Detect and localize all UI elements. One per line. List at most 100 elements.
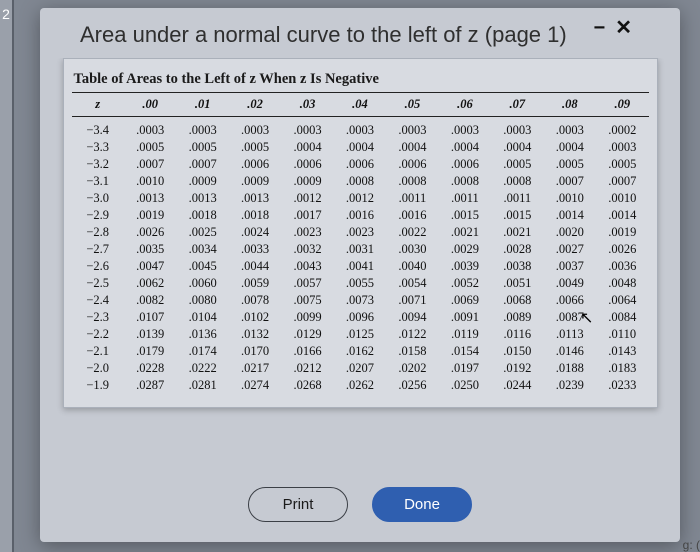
- z-value: −2.5: [72, 275, 124, 292]
- area-value: .0244: [491, 377, 543, 394]
- z-col-header: z: [72, 93, 124, 117]
- area-value: .0087: [544, 309, 596, 326]
- area-value: .0048: [596, 275, 648, 292]
- area-value: .0024: [229, 224, 281, 241]
- modal-header: Area under a normal curve to the left of…: [40, 8, 680, 58]
- area-value: .0006: [439, 156, 491, 173]
- area-value: .0010: [124, 173, 176, 190]
- close-icon[interactable]: ✕: [615, 18, 632, 38]
- table-row: −2.5.0062.0060.0059.0057.0055.0054.0052.…: [72, 275, 649, 292]
- z-value: −3.3: [72, 139, 124, 156]
- area-value: .0250: [439, 377, 491, 394]
- area-value: .0021: [439, 224, 491, 241]
- area-value: .0006: [386, 156, 438, 173]
- area-value: .0073: [334, 292, 386, 309]
- col-header: .08: [544, 93, 596, 117]
- z-table-header-row: z.00.01.02.03.04.05.06.07.08.09: [72, 93, 649, 117]
- area-value: .0015: [491, 207, 543, 224]
- area-value: .0051: [491, 275, 543, 292]
- area-value: .0287: [124, 377, 176, 394]
- area-value: .0183: [596, 360, 648, 377]
- area-value: .0005: [176, 139, 228, 156]
- area-value: .0064: [596, 292, 648, 309]
- area-value: .0158: [386, 343, 438, 360]
- area-value: .0028: [491, 241, 543, 258]
- area-value: .0029: [439, 241, 491, 258]
- area-value: .0179: [124, 343, 176, 360]
- z-value: −3.4: [72, 117, 124, 140]
- area-value: .0025: [176, 224, 228, 241]
- area-value: .0146: [544, 343, 596, 360]
- area-value: .0069: [439, 292, 491, 309]
- area-value: .0096: [334, 309, 386, 326]
- area-value: .0094: [386, 309, 438, 326]
- area-value: .0192: [491, 360, 543, 377]
- area-value: .0084: [596, 309, 648, 326]
- minimize-icon[interactable]: −: [594, 18, 606, 38]
- z-value: −2.3: [72, 309, 124, 326]
- table-row: −2.2.0139.0136.0132.0129.0125.0122.0119.…: [72, 326, 649, 343]
- table-row: −3.2.0007.0007.0006.0006.0006.0006.0006.…: [72, 156, 649, 173]
- area-value: .0043: [281, 258, 333, 275]
- table-row: −3.3.0005.0005.0005.0004.0004.0004.0004.…: [72, 139, 649, 156]
- z-value: −2.7: [72, 241, 124, 258]
- area-value: .0036: [596, 258, 648, 275]
- area-value: .0005: [491, 156, 543, 173]
- area-value: .0207: [334, 360, 386, 377]
- area-value: .0107: [124, 309, 176, 326]
- modal-footer: Print Done: [40, 469, 680, 542]
- area-value: .0060: [176, 275, 228, 292]
- z-value: −1.9: [72, 377, 124, 394]
- area-value: .0027: [544, 241, 596, 258]
- area-value: .0132: [229, 326, 281, 343]
- modal-content: Table of Areas to the Left of z When z I…: [40, 58, 680, 469]
- area-value: .0010: [596, 190, 648, 207]
- area-value: .0004: [544, 139, 596, 156]
- area-value: .0102: [229, 309, 281, 326]
- area-value: .0038: [491, 258, 543, 275]
- table-row: −2.0.0228.0222.0217.0212.0207.0202.0197.…: [72, 360, 649, 377]
- z-value: −2.1: [72, 343, 124, 360]
- z-value: −2.0: [72, 360, 124, 377]
- area-value: .0268: [281, 377, 333, 394]
- area-value: .0222: [176, 360, 228, 377]
- area-value: .0009: [176, 173, 228, 190]
- area-value: .0023: [334, 224, 386, 241]
- area-value: .0119: [439, 326, 491, 343]
- area-value: .0233: [596, 377, 648, 394]
- print-button[interactable]: Print: [248, 487, 348, 522]
- area-value: .0006: [334, 156, 386, 173]
- area-value: .0011: [491, 190, 543, 207]
- area-value: .0003: [439, 117, 491, 140]
- area-value: .0023: [281, 224, 333, 241]
- area-value: .0170: [229, 343, 281, 360]
- document-page: Table of Areas to the Left of z When z I…: [63, 58, 658, 408]
- area-value: .0166: [281, 343, 333, 360]
- area-value: .0007: [596, 173, 648, 190]
- area-value: .0005: [596, 156, 648, 173]
- area-value: .0004: [281, 139, 333, 156]
- area-value: .0033: [229, 241, 281, 258]
- area-value: .0052: [439, 275, 491, 292]
- area-value: .0011: [439, 190, 491, 207]
- area-value: .0256: [386, 377, 438, 394]
- area-value: .0080: [176, 292, 228, 309]
- done-button[interactable]: Done: [372, 487, 472, 522]
- area-value: .0008: [386, 173, 438, 190]
- modal-dialog: Area under a normal curve to the left of…: [40, 8, 680, 542]
- area-value: .0009: [229, 173, 281, 190]
- area-value: .0013: [229, 190, 281, 207]
- side-sliver: 2: [0, 0, 14, 552]
- area-value: .0010: [544, 190, 596, 207]
- area-value: .0018: [176, 207, 228, 224]
- area-value: .0021: [491, 224, 543, 241]
- modal-title: Area under a normal curve to the left of…: [80, 22, 594, 48]
- area-value: .0019: [596, 224, 648, 241]
- area-value: .0110: [596, 326, 648, 343]
- col-header: .05: [386, 93, 438, 117]
- area-value: .0174: [176, 343, 228, 360]
- area-value: .0012: [334, 190, 386, 207]
- z-value: −3.2: [72, 156, 124, 173]
- area-value: .0089: [491, 309, 543, 326]
- table-row: −2.3.0107.0104.0102.0099.0096.0094.0091.…: [72, 309, 649, 326]
